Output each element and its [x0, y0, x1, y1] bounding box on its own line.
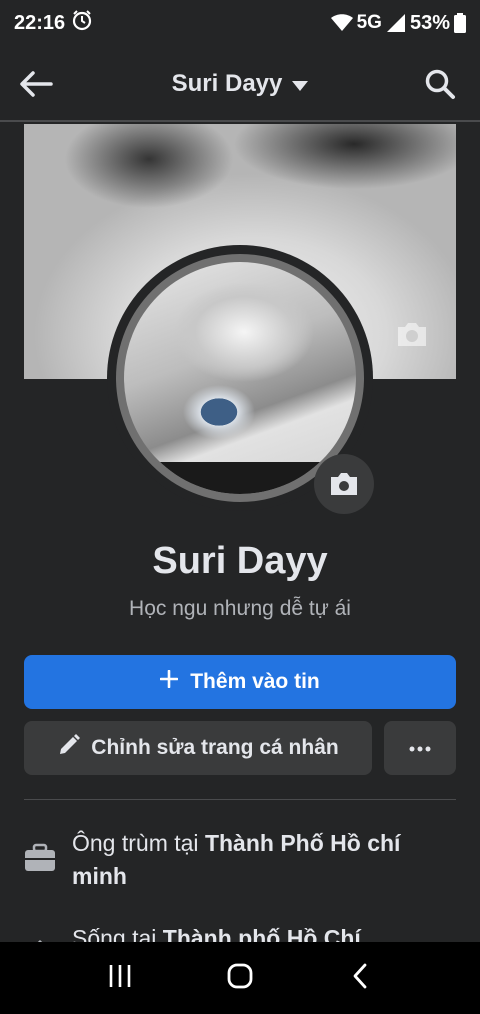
- system-back-button[interactable]: [330, 948, 390, 1008]
- nav-title: Suri Dayy: [171, 70, 283, 97]
- detail-workplace-text: Ông trùm tại Thành Phố Hồ chí minh: [72, 827, 456, 893]
- network-type: 5G: [356, 12, 382, 33]
- home-button[interactable]: [210, 948, 270, 1008]
- top-nav-bar: Suri Dayy: [0, 46, 480, 122]
- briefcase-icon: [24, 843, 56, 893]
- search-icon[interactable]: [420, 66, 460, 102]
- add-story-button[interactable]: Thêm vào tin: [24, 655, 456, 709]
- detail-workplace-prefix: Ông trùm tại: [72, 830, 205, 856]
- profile-switcher[interactable]: Suri Dayy: [0, 70, 480, 98]
- section-divider: [24, 799, 456, 800]
- add-story-label: Thêm vào tin: [190, 670, 320, 693]
- avatar-camera-icon[interactable]: [314, 454, 374, 514]
- wifi-icon: [330, 14, 353, 32]
- plus-icon: [159, 669, 179, 694]
- pencil-icon: [57, 733, 81, 763]
- caret-down-icon: [292, 70, 309, 98]
- system-nav-bar: [0, 942, 480, 1014]
- recent-apps-button[interactable]: [90, 948, 150, 1008]
- signal-icon: [386, 13, 406, 33]
- more-dots-icon: [409, 739, 431, 757]
- chevron-left-icon: [352, 963, 368, 994]
- profile-name: Suri Dayy: [152, 540, 328, 582]
- detail-location-text: Sống tại Thành phố Hồ Chí: [72, 922, 361, 944]
- status-time: 22:16: [14, 11, 66, 34]
- edit-profile-button[interactable]: Chỉnh sửa trang cá nhân: [24, 721, 372, 775]
- detail-location: Sống tại Thành phố Hồ Chí: [24, 922, 456, 944]
- battery-icon: [454, 13, 466, 33]
- cover-camera-icon[interactable]: [392, 314, 432, 354]
- battery-percent: 53%: [409, 11, 450, 34]
- status-bar: 22:16 5G 53%: [0, 0, 480, 46]
- alarm-icon: [71, 9, 93, 37]
- profile-picture-image: [124, 262, 356, 494]
- home-circle-icon: [227, 963, 253, 994]
- detail-workplace: Ông trùm tại Thành Phố Hồ chí minh: [24, 827, 456, 893]
- profile-bio: Học ngu nhưng dễ tự ái: [129, 597, 351, 620]
- more-options-button[interactable]: [384, 721, 456, 775]
- recent-apps-icon: [108, 964, 132, 992]
- edit-profile-label: Chỉnh sửa trang cá nhân: [91, 736, 339, 759]
